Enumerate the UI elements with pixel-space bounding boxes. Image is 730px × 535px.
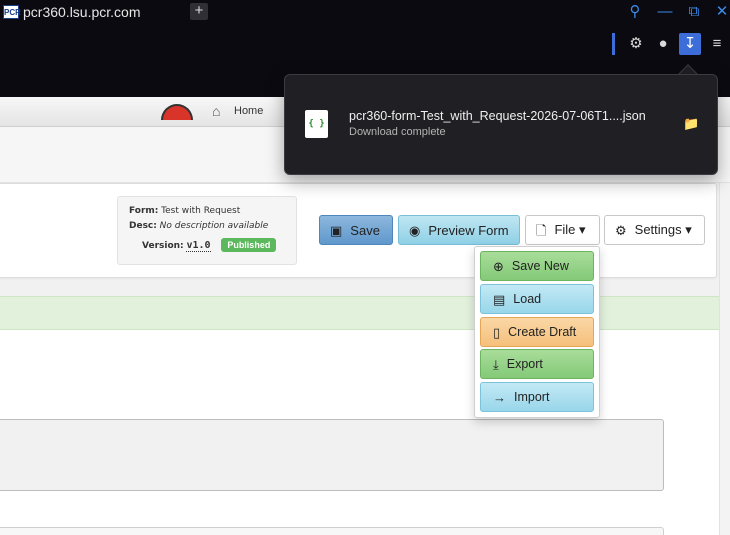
tab-favicon: PCR: [3, 5, 21, 19]
menu-item-import[interactable]: → Import: [480, 382, 594, 412]
form-info-box: Form: Test with Request Desc: No descrip…: [117, 196, 297, 265]
save-button-label: Save: [350, 222, 380, 238]
file-icon: ▯: [493, 324, 501, 340]
gauge-logo-icon[interactable]: [161, 104, 193, 120]
json-file-icon[interactable]: { }: [305, 110, 328, 138]
restore-icon[interactable]: ⧉: [684, 2, 704, 22]
extensions-icon[interactable]: ⚙: [625, 33, 647, 55]
nav-home-link[interactable]: Home: [234, 105, 263, 117]
plus-circle-icon: ⊕: [493, 258, 504, 274]
success-alert: [0, 296, 719, 330]
file-icon: 🗋: [536, 222, 547, 238]
form-label: Form:: [129, 206, 159, 216]
new-tab-button[interactable]: +: [190, 3, 208, 20]
menu-item-load[interactable]: ▤ Load: [480, 284, 594, 314]
desc-label: Desc:: [129, 221, 157, 231]
form-description: No description available: [159, 221, 269, 231]
preview-button-label: Preview Form: [428, 222, 509, 238]
search-icon[interactable]: ⚲: [625, 2, 645, 22]
home-icon[interactable]: ⌂: [212, 103, 220, 119]
minimize-icon[interactable]: —: [655, 2, 675, 22]
version-label: Version:: [142, 241, 184, 251]
form-name: Test with Request: [161, 206, 241, 216]
gear-icon: ⚙: [615, 222, 627, 238]
eye-icon: ◉: [409, 222, 421, 238]
profile-icon[interactable]: ●: [652, 33, 674, 55]
download-popup: [284, 74, 718, 175]
toolbar-separator: [612, 33, 615, 55]
preview-form-button[interactable]: ◉ Preview Form: [398, 215, 520, 245]
file-menu-button[interactable]: 🗋 File ▾: [525, 215, 600, 245]
version-value[interactable]: v1.0: [186, 240, 211, 252]
menu-item-label: Create Draft: [508, 325, 577, 339]
form-textarea[interactable]: [0, 419, 664, 491]
settings-menu-button[interactable]: ⚙ Settings ▾: [604, 215, 705, 245]
folder-icon[interactable]: 📁: [683, 117, 699, 130]
download-status: Download complete: [349, 126, 446, 138]
page-scrollbar[interactable]: [719, 183, 730, 535]
download-icon: ⤓: [493, 356, 499, 372]
menu-item-create-draft[interactable]: ▯ Create Draft: [480, 317, 594, 347]
file-button-label: File ▾: [554, 222, 586, 237]
menu-item-label: Load: [513, 292, 542, 306]
menu-item-label: Save New: [511, 259, 569, 273]
status-badge: Published: [221, 238, 277, 252]
save-icon: ▣: [330, 222, 343, 238]
file-dropdown-menu: ⊕ Save New ▤ Load ▯ Create Draft ⤓ Expor…: [474, 246, 600, 418]
download-filename[interactable]: pcr360-form-Test_with_Request-2026-07-06…: [349, 109, 646, 123]
downloads-icon[interactable]: ↧: [679, 33, 701, 55]
settings-button-label: Settings ▾: [634, 222, 692, 237]
tab-title[interactable]: pcr360.lsu.pcr.com: [23, 4, 141, 20]
save-button[interactable]: ▣ Save: [319, 215, 393, 245]
books-icon: ▤: [493, 291, 506, 307]
menu-item-label: Export: [506, 357, 543, 371]
form-textarea-secondary[interactable]: [0, 527, 664, 535]
close-icon[interactable]: ✕: [712, 2, 730, 22]
menu-item-save-new[interactable]: ⊕ Save New: [480, 251, 594, 281]
menu-item-label: Import: [514, 390, 550, 404]
menu-item-export[interactable]: ⤓ Export: [480, 349, 594, 379]
menu-sliders-icon[interactable]: ≡: [706, 33, 728, 55]
arrow-right-icon: →: [493, 389, 506, 405]
